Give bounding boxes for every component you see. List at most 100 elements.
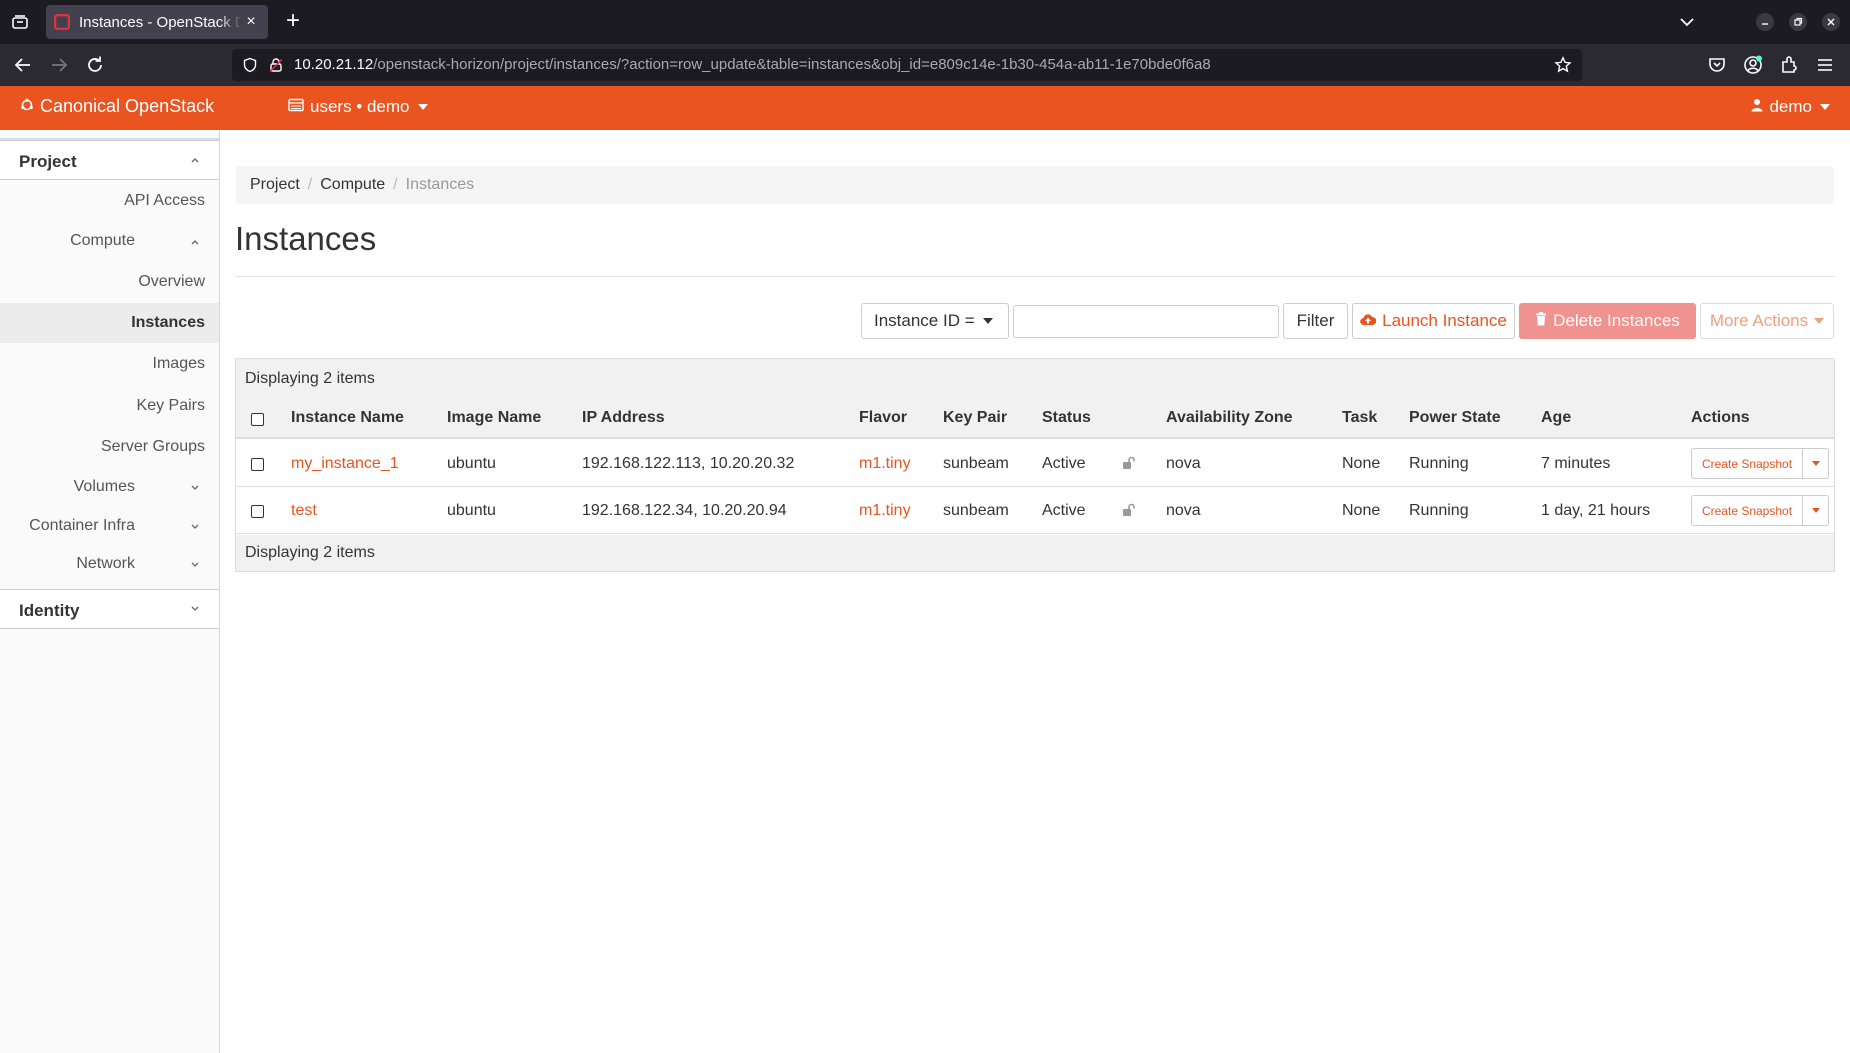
bookmark-star-icon[interactable] — [1554, 56, 1572, 74]
filter-button[interactable]: Filter — [1283, 303, 1348, 339]
breadcrumb-current: Instances — [405, 176, 475, 193]
row-select-checkbox[interactable] — [251, 505, 264, 518]
column-header-ip-address[interactable]: IP Address — [582, 409, 665, 427]
table-item-count: Displaying 2 items — [245, 544, 375, 561]
sidebar-section-label: Project — [19, 152, 77, 171]
sidebar-item-api-access[interactable]: API Access — [0, 181, 219, 221]
age-cell: 1 day, 21 hours — [1541, 502, 1651, 519]
openstack-header: Canonical OpenStack users • demo demo — [0, 86, 1850, 130]
tab-list-icon[interactable] — [8, 10, 32, 34]
brand-link[interactable]: Canonical OpenStack — [20, 96, 214, 117]
flavor-link[interactable]: m1.tiny — [859, 502, 911, 520]
create-snapshot-button[interactable]: Create Snapshot — [1691, 495, 1803, 526]
filter-field-select[interactable]: Instance ID = — [861, 303, 1009, 339]
column-header-power-state[interactable]: Power State — [1409, 409, 1501, 427]
brand-name: Canonical OpenStack — [40, 96, 215, 116]
pocket-icon[interactable] — [1706, 54, 1728, 76]
key-pair-cell: sunbeam — [943, 455, 1009, 472]
url-text[interactable]: 10.20.21.12/openstack-horizon/project/in… — [294, 56, 1211, 73]
select-all-checkbox[interactable] — [251, 413, 264, 426]
sidebar-group-label: Container Infra — [29, 517, 135, 534]
caret-down-icon — [1820, 104, 1830, 110]
reload-icon[interactable] — [84, 54, 106, 76]
breadcrumb-compute[interactable]: Compute — [320, 176, 385, 194]
column-header-actions: Actions — [1691, 409, 1750, 426]
browser-tab-active[interactable]: Instances - OpenStack Dashboard × — [46, 5, 268, 39]
instance-name-link[interactable]: my_instance_1 — [291, 455, 399, 473]
sidebar-item-overview[interactable]: Overview — [0, 262, 219, 302]
sidebar-item-label: Overview — [138, 273, 205, 290]
restore-window-icon[interactable] — [1789, 13, 1807, 31]
more-actions-dropdown[interactable]: More Actions — [1700, 303, 1834, 339]
sidebar-group-container-infra[interactable]: Container Infra — [0, 507, 219, 547]
minimize-window-icon[interactable] — [1756, 13, 1774, 31]
unlocked-icon — [1122, 503, 1136, 517]
sidebar-item-images[interactable]: Images — [0, 344, 219, 384]
browser-tab-bar: Instances - OpenStack Dashboard × + — [0, 0, 1850, 44]
launch-instance-button[interactable]: Launch Instance — [1352, 303, 1515, 339]
column-header-task[interactable]: Task — [1342, 409, 1377, 427]
image-name-cell: ubuntu — [447, 502, 496, 519]
row-actions-dropdown-toggle[interactable] — [1803, 448, 1829, 479]
sidebar-item-instances[interactable]: Instances — [0, 303, 219, 343]
hamburger-menu-icon[interactable] — [1814, 54, 1836, 76]
insecure-lock-icon[interactable] — [268, 57, 284, 73]
ip-address-cell: 192.168.122.113, 10.20.20.32 — [582, 455, 795, 472]
sidebar-group-volumes[interactable]: Volumes — [0, 468, 219, 508]
sidebar-item-label: Instances — [131, 314, 205, 331]
ubuntu-circle-icon — [20, 96, 34, 117]
chevron-down-icon — [190, 602, 200, 616]
extensions-icon[interactable] — [1778, 54, 1800, 76]
column-header-key-pair[interactable]: Key Pair — [943, 409, 1007, 427]
row-actions-dropdown-toggle[interactable] — [1803, 495, 1829, 526]
shield-icon[interactable] — [242, 57, 258, 73]
flavor-link[interactable]: m1.tiny — [859, 455, 911, 473]
delete-instances-button[interactable]: Delete Instances — [1519, 303, 1696, 339]
sidebar-group-label: Network — [76, 555, 135, 572]
caret-down-icon — [982, 318, 993, 324]
chevron-down-icon — [190, 558, 200, 572]
title-divider — [235, 276, 1835, 277]
column-header-availability-zone[interactable]: Availability Zone — [1166, 409, 1293, 427]
user-menu-dropdown[interactable]: demo — [1751, 97, 1830, 117]
column-header-age[interactable]: Age — [1541, 409, 1571, 427]
sidebar-section-identity[interactable]: Identity — [0, 589, 219, 629]
column-header-image-name[interactable]: Image Name — [447, 409, 541, 427]
column-header-status[interactable]: Status — [1042, 409, 1091, 427]
cloud-upload-icon — [1360, 311, 1377, 331]
close-tab-icon[interactable]: × — [242, 13, 260, 31]
caret-down-icon — [1811, 508, 1820, 513]
project-picker-dropdown[interactable]: users • demo — [288, 97, 428, 117]
filter-input[interactable] — [1013, 305, 1279, 338]
sidebar-group-network[interactable]: Network — [0, 545, 219, 585]
create-snapshot-button[interactable]: Create Snapshot — [1691, 448, 1803, 479]
table-caption-bottom: Displaying 2 items — [236, 535, 1834, 571]
chevron-down-icon — [190, 520, 200, 534]
chevron-down-icon[interactable] — [1676, 12, 1698, 32]
breadcrumb-project[interactable]: Project — [250, 176, 300, 194]
row-select-checkbox[interactable] — [251, 458, 264, 471]
trash-icon — [1535, 311, 1547, 331]
availability-zone-cell: nova — [1166, 502, 1201, 519]
instances-table: Displaying 2 items Instance Name Image N… — [235, 358, 1835, 572]
account-icon[interactable] — [1742, 54, 1764, 76]
new-tab-button[interactable]: + — [280, 9, 306, 33]
sidebar-item-server-groups[interactable]: Server Groups — [0, 427, 219, 467]
sidebar-item-label: API Access — [124, 192, 205, 209]
forward-arrow-icon[interactable] — [48, 54, 70, 76]
key-pair-cell: sunbeam — [943, 502, 1009, 519]
column-header-instance-name[interactable]: Instance Name — [291, 409, 404, 427]
status-cell: Active — [1042, 502, 1086, 519]
unlocked-icon — [1122, 456, 1136, 470]
instance-name-link[interactable]: test — [291, 502, 317, 520]
caret-down-icon — [1814, 318, 1825, 324]
power-state-cell: Running — [1409, 502, 1469, 519]
column-header-flavor[interactable]: Flavor — [859, 409, 907, 427]
address-bar[interactable]: 10.20.21.12/openstack-horizon/project/in… — [232, 49, 1582, 81]
back-arrow-icon[interactable] — [12, 54, 34, 76]
sidebar-item-key-pairs[interactable]: Key Pairs — [0, 386, 219, 426]
sidebar-section-project[interactable]: Project — [0, 140, 219, 180]
close-window-icon[interactable] — [1822, 13, 1840, 31]
sidebar-group-compute[interactable]: Compute — [0, 222, 219, 262]
sidebar-group-label: Compute — [70, 232, 135, 249]
